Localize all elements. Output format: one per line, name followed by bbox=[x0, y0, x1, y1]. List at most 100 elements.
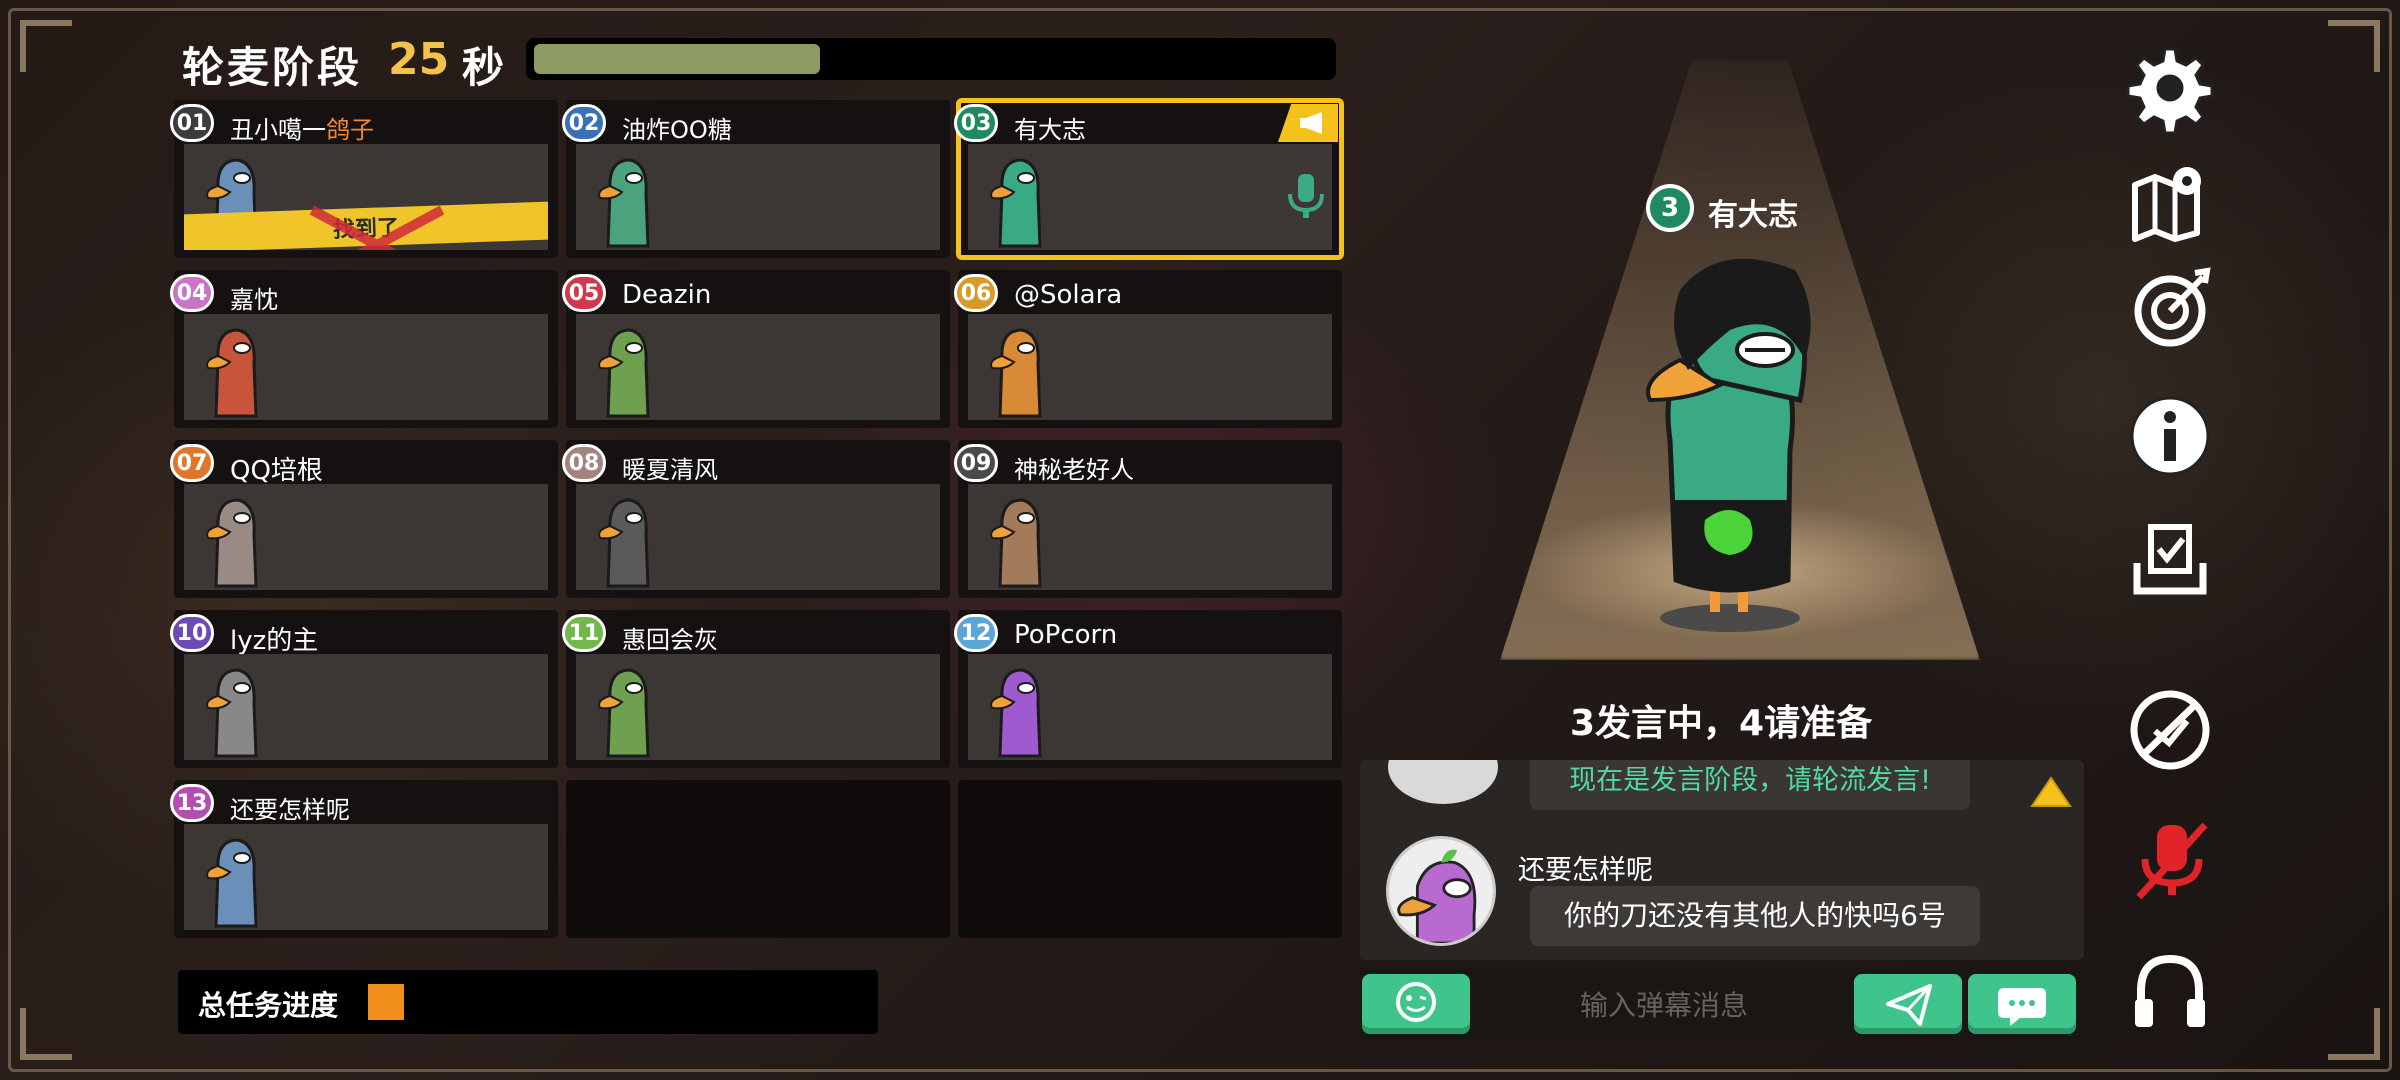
frame-corner bbox=[2328, 1008, 2380, 1060]
danmaku-input[interactable] bbox=[1484, 976, 1844, 1034]
player-name: @Solara bbox=[1014, 280, 1122, 310]
player-name: 神秘老好人 bbox=[1014, 450, 1134, 485]
player-portrait-panel bbox=[184, 484, 548, 590]
hide-danmaku-button[interactable] bbox=[2120, 680, 2220, 780]
task-progress-bar: 总任务进度 bbox=[178, 970, 878, 1034]
chat-avatar bbox=[1386, 836, 1496, 946]
player-card[interactable]: 13 还要怎样呢 bbox=[170, 780, 558, 938]
player-portrait-panel bbox=[968, 314, 1332, 420]
map-icon bbox=[2132, 167, 2201, 242]
emoji-icon bbox=[1396, 982, 1436, 1022]
chat-bubble-icon bbox=[1998, 988, 2046, 1026]
player-portrait-panel: 找到了 bbox=[184, 144, 548, 250]
map-button[interactable] bbox=[2120, 150, 2220, 250]
player-portrait-panel bbox=[576, 314, 940, 420]
quick-chat-button[interactable] bbox=[1968, 974, 2076, 1034]
send-icon bbox=[1886, 984, 1932, 1026]
player-character bbox=[598, 668, 650, 758]
player-card[interactable]: 04 嘉忱 bbox=[170, 270, 558, 428]
info-icon bbox=[2130, 396, 2210, 476]
target-button[interactable] bbox=[2120, 258, 2220, 358]
headphones-icon bbox=[2135, 954, 2205, 1027]
player-name: 还要怎样呢 bbox=[230, 790, 350, 825]
player-name-text: Deazin bbox=[622, 280, 712, 310]
task-progress-fill bbox=[368, 984, 404, 1020]
player-character bbox=[598, 498, 650, 588]
player-card[interactable]: 01 丑小噶一鸽子 找到了 bbox=[170, 100, 558, 258]
mic-off-icon bbox=[2136, 822, 2208, 900]
player-name: 惠回会灰 bbox=[622, 620, 718, 655]
phase-title: 轮麦阶段 bbox=[182, 43, 363, 92]
player-card[interactable]: 09 神秘老好人 bbox=[954, 440, 1342, 598]
player-name-text: PoPcorn bbox=[1014, 620, 1118, 650]
player-grid: 01 丑小噶一鸽子 找到了 02 油炸OO糖 03 有大志 04 嘉忱 05 Deazin 06 @So… bbox=[170, 98, 1344, 938]
frame-corner bbox=[20, 1008, 72, 1060]
player-character bbox=[990, 158, 1042, 248]
player-number-badge: 07 bbox=[170, 444, 214, 482]
target-icon bbox=[2134, 267, 2211, 347]
mic-toggle-button[interactable] bbox=[2120, 810, 2220, 910]
player-number-badge: 12 bbox=[954, 614, 998, 652]
speaker-character bbox=[1646, 258, 1811, 632]
player-name: PoPcorn bbox=[1014, 620, 1117, 650]
player-portrait-panel bbox=[968, 484, 1332, 590]
player-card[interactable]: 05 Deazin bbox=[562, 270, 950, 428]
player-character bbox=[990, 328, 1042, 418]
player-number-badge: 11 bbox=[562, 614, 606, 652]
send-button[interactable] bbox=[1854, 974, 1962, 1034]
system-message: 现在是发言阶段，请轮流发言! bbox=[1530, 760, 1970, 810]
chat-panel[interactable]: 现在是发言阶段，请轮流发言! 还要怎样呢 你的刀还没有其他人的快吗6号 bbox=[1360, 760, 2084, 960]
speaker-number-badge: 3 bbox=[1646, 184, 1694, 232]
player-name-text: 嘉忱 bbox=[230, 286, 278, 314]
player-name-text: 神秘老好人 bbox=[1014, 456, 1134, 484]
player-portrait-panel bbox=[576, 144, 940, 250]
frame-corner bbox=[2328, 20, 2380, 72]
player-number-badge: 10 bbox=[170, 614, 214, 652]
visibility-off-icon bbox=[2130, 690, 2210, 770]
player-card[interactable]: 03 有大志 bbox=[954, 98, 1344, 260]
player-number-badge: 02 bbox=[562, 104, 606, 142]
player-card[interactable]: 12 PoPcorn bbox=[954, 610, 1342, 768]
player-number-badge: 09 bbox=[954, 444, 998, 482]
player-name: 暖夏清风 bbox=[622, 450, 718, 485]
player-portrait-panel bbox=[576, 654, 940, 760]
timer-bar-fill bbox=[534, 44, 820, 74]
player-portrait-panel bbox=[968, 654, 1332, 760]
player-character bbox=[598, 328, 650, 418]
phase-countdown: 25 bbox=[388, 34, 450, 85]
player-card[interactable]: 07 QQ培根 bbox=[170, 440, 558, 598]
player-name: QQ培根 bbox=[230, 450, 323, 487]
microphone-icon bbox=[1288, 174, 1324, 218]
player-portrait-panel bbox=[184, 314, 548, 420]
emoji-button[interactable] bbox=[1362, 974, 1470, 1034]
player-number-badge: 01 bbox=[170, 104, 214, 142]
player-card[interactable]: 11 惠回会灰 bbox=[562, 610, 950, 768]
player-name-text: @Solara bbox=[1014, 280, 1123, 310]
info-button[interactable] bbox=[2120, 386, 2220, 486]
audio-button[interactable] bbox=[2120, 940, 2220, 1040]
phase-countdown-unit: 秒 bbox=[462, 43, 505, 92]
player-card[interactable]: 02 油炸OO糖 bbox=[562, 100, 950, 258]
player-number-badge: 08 bbox=[562, 444, 606, 482]
player-name-text: 有大志 bbox=[1014, 116, 1086, 144]
player-card[interactable]: 10 lyz的主 bbox=[170, 610, 558, 768]
player-card[interactable]: 08 暖夏清风 bbox=[562, 440, 950, 598]
chat-input-bar bbox=[1360, 968, 2084, 1040]
player-character bbox=[990, 498, 1042, 588]
system-avatar bbox=[1388, 760, 1498, 804]
player-portrait-panel bbox=[184, 654, 548, 760]
chat-username: 还要怎样呢 bbox=[1518, 855, 1653, 886]
scroll-up-icon[interactable] bbox=[2028, 772, 2074, 812]
player-card[interactable]: 06 @Solara bbox=[954, 270, 1342, 428]
player-name: Deazin bbox=[622, 280, 711, 310]
player-name: 有大志 bbox=[1014, 110, 1086, 145]
player-character bbox=[990, 668, 1042, 758]
settings-button[interactable] bbox=[2120, 38, 2220, 138]
timer-bar bbox=[526, 38, 1336, 80]
player-name: lyz的主 bbox=[230, 620, 318, 657]
tasks-icon bbox=[2133, 524, 2207, 595]
task-progress-label: 总任务进度 bbox=[198, 989, 339, 1022]
tasks-button[interactable] bbox=[2120, 508, 2220, 608]
player-name-text: 惠回会灰 bbox=[622, 626, 718, 654]
player-name: 嘉忱 bbox=[230, 280, 278, 315]
